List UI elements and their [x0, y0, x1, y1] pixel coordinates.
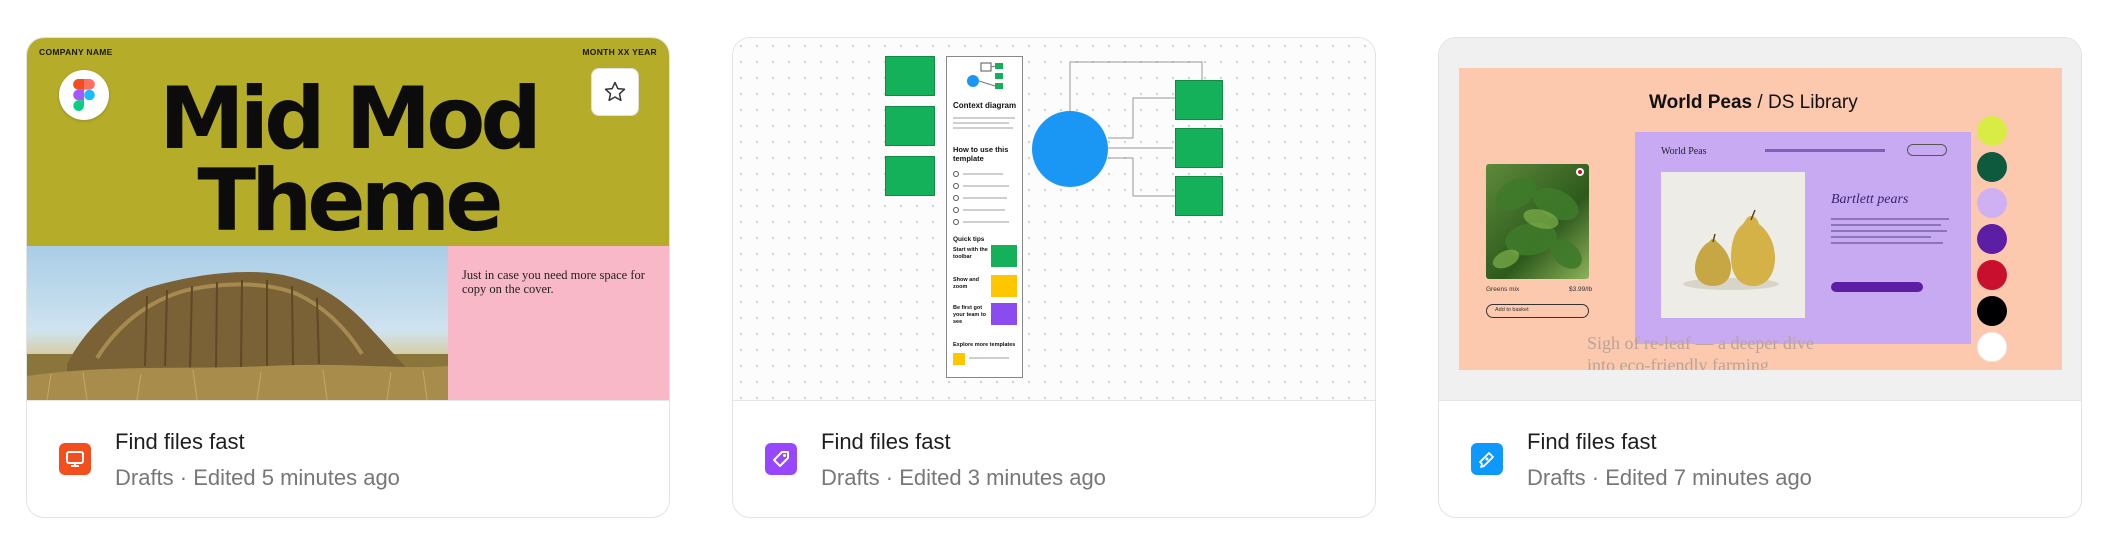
file-meta: Find files fast Drafts · Edited 5 minute… — [27, 400, 669, 517]
website-mockup: World Peas Bartlett pears — [1635, 132, 1971, 344]
file-meta: Find files fast Drafts · Edited 3 minute… — [733, 400, 1375, 517]
product-photo — [1661, 172, 1805, 318]
cover-headline: Mid Mod Theme — [159, 69, 542, 251]
file-card[interactable]: Context diagram How to use this template… — [732, 37, 1376, 518]
file-grid: COMPANY NAME MONTH XX YEAR Mid Mod Theme — [0, 0, 2108, 548]
color-swatch — [1977, 224, 2007, 254]
file-thumbnail[interactable]: Context diagram How to use this template… — [733, 38, 1375, 400]
file-thumbnail[interactable]: COMPANY NAME MONTH XX YEAR Mid Mod Theme — [27, 38, 669, 400]
figjam-icon — [765, 443, 797, 475]
color-swatch — [1977, 332, 2007, 362]
sticky-note — [1175, 176, 1223, 216]
cover-side-text: Just in case you need more space for cop… — [462, 268, 645, 296]
product-price: $3.99/lb — [1569, 286, 1593, 293]
product-label: Greens mix — [1486, 286, 1520, 293]
sticky-note — [1175, 80, 1223, 120]
color-swatch — [1977, 116, 2007, 146]
cover-photo — [27, 246, 448, 400]
pen-tool-icon — [1471, 443, 1503, 475]
cover-side-panel: Just in case you need more space for cop… — [448, 246, 669, 400]
color-swatch — [1977, 152, 2007, 182]
file-title[interactable]: Find files fast — [115, 429, 245, 455]
star-icon[interactable] — [591, 68, 639, 116]
color-swatch — [1977, 188, 2007, 218]
file-title[interactable]: Find files fast — [821, 429, 951, 455]
file-thumbnail[interactable]: World Peas / DS Library Greens mix $3.99… — [1439, 38, 2081, 400]
color-swatch — [1977, 260, 2007, 290]
mockup-brand: World Peas — [1661, 146, 1707, 157]
artboard-title: World Peas / DS Library — [1649, 92, 1858, 113]
file-title[interactable]: Find files fast — [1527, 429, 1657, 455]
cover-header: COMPANY NAME MONTH XX YEAR Mid Mod Theme — [27, 38, 669, 246]
product-image — [1486, 164, 1589, 279]
file-card[interactable]: World Peas / DS Library Greens mix $3.99… — [1438, 37, 2082, 518]
figma-logo-icon — [59, 70, 109, 120]
design-system-artboard: World Peas / DS Library Greens mix $3.99… — [1459, 68, 2062, 370]
color-swatch — [1977, 296, 2007, 326]
file-subtitle: Drafts · Edited 3 minutes ago — [821, 465, 1106, 490]
file-subtitle: Drafts · Edited 5 minutes ago — [115, 465, 400, 490]
file-card[interactable]: COMPANY NAME MONTH XX YEAR Mid Mod Theme — [26, 37, 670, 518]
sticky-note — [1175, 128, 1223, 168]
slides-icon — [59, 443, 91, 475]
product-title: Bartlett pears — [1831, 192, 1909, 207]
file-meta: Find files fast Drafts · Edited 7 minute… — [1439, 400, 2081, 517]
company-name: COMPANY NAME — [39, 47, 113, 57]
cover-date: MONTH XX YEAR — [582, 47, 657, 57]
file-subtitle: Drafts · Edited 7 minutes ago — [1527, 465, 1812, 490]
add-to-basket-button: Add to basket — [1486, 304, 1589, 318]
article-caption: Sigh of re-leaf — a deeper dive into eco… — [1587, 333, 1814, 370]
